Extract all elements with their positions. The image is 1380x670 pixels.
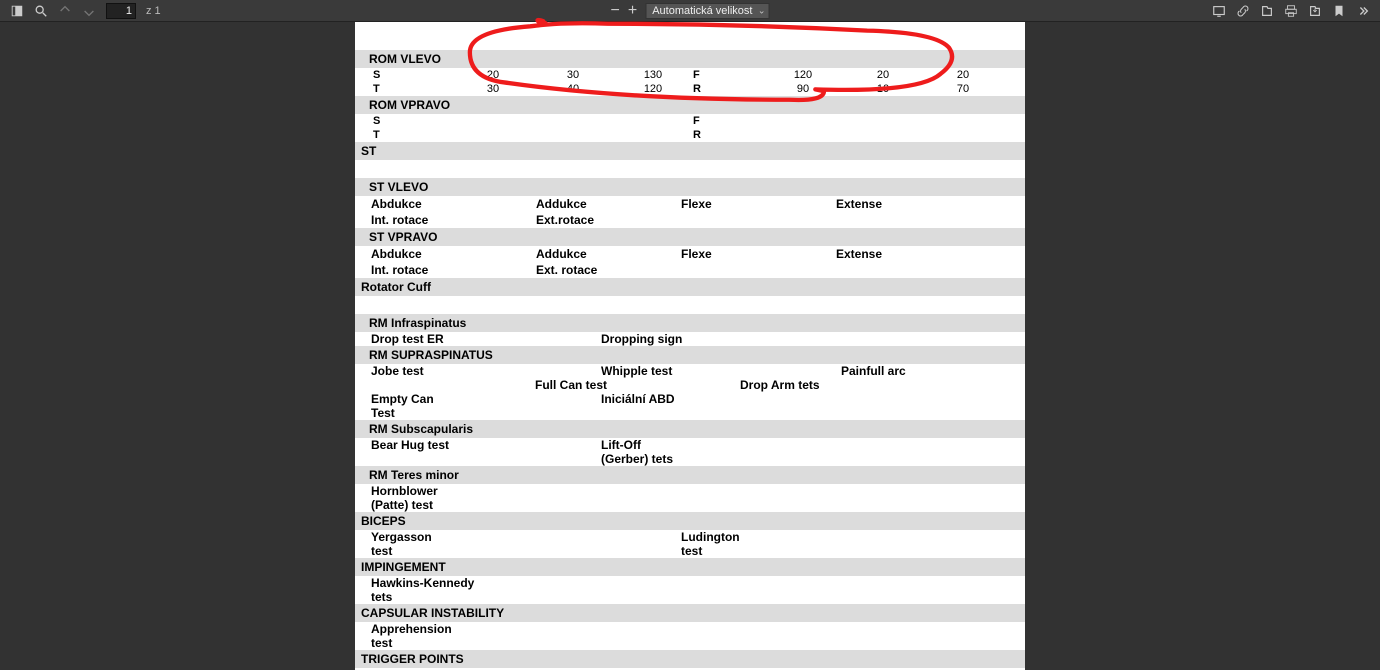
pdf-page: ROM VLEVO S 20 30 130 F 120 20 20 T 30 4… — [355, 22, 1025, 670]
st-cell: Extense — [836, 197, 991, 211]
test-cell: Hornblower (Patte) test — [371, 484, 461, 512]
st-vpravo-row2: Int. rotace Ext. rotace — [355, 262, 1025, 278]
rm-subsc-row: Bear Hug test Lift-Off (Gerber) tets — [355, 438, 1025, 466]
rm-infra-row: Drop test ER Dropping sign — [355, 332, 1025, 346]
rom-label: F — [693, 68, 763, 82]
st-vlevo-row1: Abdukce Addukce Flexe Extense — [355, 196, 1025, 212]
page-total-label: z 1 — [146, 5, 161, 17]
st-cell: Int. rotace — [371, 263, 536, 277]
toolbar: z 1 − + Automatická velikost ⌄ — [0, 0, 1380, 22]
section-rm-infra: RM Infraspinatus — [355, 314, 1025, 332]
st-vpravo-row1: Abdukce Addukce Flexe Extense — [355, 246, 1025, 262]
test-cell: Whipple test — [601, 364, 791, 378]
rom-val: 40 — [533, 82, 613, 96]
rom-val: 70 — [923, 82, 1003, 96]
test-cell: Jobe test — [371, 364, 601, 378]
test-cell: Drop Arm tets — [700, 378, 925, 392]
test-cell: Iniciální ABD — [601, 392, 791, 420]
capsular-row: Apprehension test — [355, 622, 1025, 650]
next-page-icon[interactable] — [82, 4, 96, 18]
st-cell: Abdukce — [371, 247, 536, 261]
rom-val: 30 — [453, 82, 533, 96]
rom-val: 120 — [763, 68, 843, 82]
section-trigger: TRIGGER POINTS — [355, 650, 1025, 668]
link-icon[interactable] — [1236, 4, 1250, 18]
st-cell: Int. rotace — [371, 213, 536, 227]
rom-label: T — [373, 128, 453, 142]
section-capsular: CAPSULAR INSTABILITY — [355, 604, 1025, 622]
section-rom-vpravo: ROM VPRAVO — [355, 96, 1025, 114]
section-rm-supra: RM SUPRASPINATUS — [355, 346, 1025, 364]
section-st-vpravo: ST VPRAVO — [355, 228, 1025, 246]
pdf-viewer: ROM VLEVO S 20 30 130 F 120 20 20 T 30 4… — [0, 22, 1380, 670]
zoom-select[interactable]: Automatická velikost — [645, 3, 769, 19]
rom-label: R — [693, 82, 763, 96]
search-icon[interactable] — [34, 4, 48, 18]
test-cell: Painfull arc — [791, 364, 971, 378]
zoom-out-button[interactable]: − — [611, 3, 620, 19]
section-rom-vlevo: ROM VLEVO — [355, 50, 1025, 68]
test-cell: Ludington test — [681, 530, 756, 558]
test-cell: Drop test ER — [371, 332, 601, 346]
rom-val: 30 — [533, 68, 613, 82]
prev-page-icon[interactable] — [58, 4, 72, 18]
more-icon[interactable] — [1356, 4, 1370, 18]
rm-supra-row3: Empty Can Test Iniciální ABD — [355, 392, 1025, 420]
st-cell: Ext.rotace — [536, 213, 681, 227]
test-cell: Dropping sign — [601, 332, 791, 346]
section-rotator-cuff: Rotator Cuff — [355, 278, 1025, 296]
test-cell: Bear Hug test — [371, 438, 601, 466]
test-cell: Lift-Off (Gerber) tets — [601, 438, 691, 466]
rom-vpravo-row2: T R — [355, 128, 1025, 142]
section-rm-teres: RM Teres minor — [355, 466, 1025, 484]
st-cell: Extense — [836, 247, 991, 261]
section-impingement: IMPINGEMENT — [355, 558, 1025, 576]
st-cell: Ext. rotace — [536, 263, 681, 277]
bookmark-icon[interactable] — [1332, 4, 1346, 18]
test-cell: Full Can test — [535, 378, 700, 392]
biceps-row: Yergasson test Ludington test — [355, 530, 1025, 558]
section-st-vlevo: ST VLEVO — [355, 178, 1025, 196]
rom-label: T — [373, 82, 453, 96]
st-cell: Flexe — [681, 197, 836, 211]
zoom-in-button[interactable]: + — [628, 3, 637, 19]
imping-row: Hawkins-Kennedy tets — [355, 576, 1025, 604]
rom-val: 90 — [763, 82, 843, 96]
rm-supra-row2: Full Can test Drop Arm tets — [355, 378, 1025, 392]
rom-val: 20 — [843, 68, 923, 82]
open-file-icon[interactable] — [1260, 4, 1274, 18]
rm-supra-row1: Jobe test Whipple test Painfull arc — [355, 364, 1025, 378]
test-cell: Hawkins-Kennedy tets — [371, 576, 491, 604]
st-cell: Flexe — [681, 247, 836, 261]
rom-label: S — [373, 68, 453, 82]
st-vlevo-row2: Int. rotace Ext.rotace — [355, 212, 1025, 228]
rom-label: R — [693, 128, 763, 142]
test-cell: Apprehension test — [371, 622, 471, 650]
print-icon[interactable] — [1284, 4, 1298, 18]
rom-label: F — [693, 114, 763, 128]
section-st: ST — [355, 142, 1025, 160]
test-cell: Empty Can Test — [371, 392, 451, 420]
section-rm-subsc: RM Subscapularis — [355, 420, 1025, 438]
test-cell: Yergasson test — [371, 530, 446, 558]
rom-val: 20 — [453, 68, 533, 82]
rom-label: S — [373, 114, 453, 128]
rom-val: 130 — [613, 68, 693, 82]
st-cell: Abdukce — [371, 197, 536, 211]
presentation-icon[interactable] — [1212, 4, 1226, 18]
sidebar-toggle-icon[interactable] — [10, 4, 24, 18]
rom-val: 20 — [923, 68, 1003, 82]
rom-val: 120 — [613, 82, 693, 96]
section-biceps: BICEPS — [355, 512, 1025, 530]
rom-val: 10 — [843, 82, 923, 96]
rom-vpravo-row1: S F — [355, 114, 1025, 128]
rom-vlevo-row1: S 20 30 130 F 120 20 20 — [355, 68, 1025, 82]
rm-teres-row: Hornblower (Patte) test — [355, 484, 1025, 512]
download-icon[interactable] — [1308, 4, 1322, 18]
page-number-input[interactable] — [106, 3, 136, 19]
rom-vlevo-row2: T 30 40 120 R 90 10 70 — [355, 82, 1025, 96]
st-cell: Addukce — [536, 197, 681, 211]
st-cell: Addukce — [536, 247, 681, 261]
